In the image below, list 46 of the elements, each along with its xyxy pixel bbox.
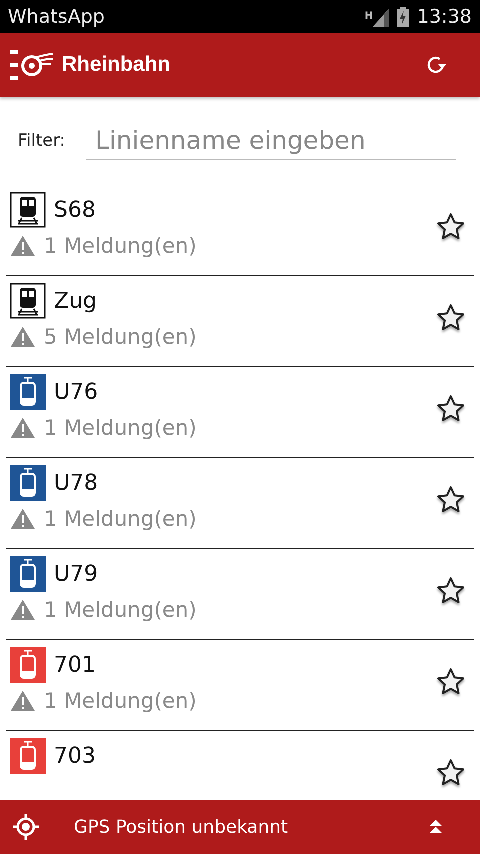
warning-icon: [10, 235, 36, 257]
message-count: 1 Meldung(en): [44, 689, 197, 713]
star-icon: [436, 212, 466, 242]
star-icon: [436, 758, 466, 788]
warning-icon: [10, 599, 36, 621]
line-name: U79: [54, 562, 98, 586]
logo-icon: [10, 50, 54, 80]
star-icon: [436, 485, 466, 515]
star-icon: [436, 667, 466, 697]
line-name: 703: [54, 744, 96, 768]
favorite-star-button[interactable]: [436, 576, 466, 606]
message-count: 1 Meldung(en): [44, 416, 197, 440]
train-icon: [10, 283, 46, 319]
warning-icon: [10, 508, 36, 530]
favorite-star-button[interactable]: [436, 212, 466, 242]
warning-icon: [10, 326, 36, 348]
double-chevron-up-icon: [428, 819, 444, 835]
signal-icon: [373, 6, 390, 26]
network-type: H: [364, 10, 374, 22]
favorite-star-button[interactable]: [436, 758, 466, 788]
line-name: 701: [54, 652, 96, 678]
warning-icon: [10, 690, 36, 712]
app-title: Rheinbahn: [62, 53, 170, 77]
favorite-star-button[interactable]: [436, 303, 466, 333]
message-count: 1 Meldung(en): [44, 507, 197, 531]
line-name: U78: [54, 470, 98, 496]
clock: 13:38: [417, 6, 472, 28]
gps-status: GPS Position unbekannt: [74, 816, 288, 838]
message-count: 1 Meldung(en): [44, 598, 197, 622]
line-name: Zug: [54, 288, 97, 314]
filter-label: Filter:: [18, 131, 66, 151]
favorite-star-button[interactable]: [436, 394, 466, 424]
favorite-star-button[interactable]: [436, 485, 466, 515]
line-name: U76: [54, 380, 98, 404]
app-name: WhatsApp: [8, 6, 105, 28]
star-icon: [436, 303, 466, 333]
gps-icon: [12, 813, 40, 841]
battery-icon: [397, 6, 410, 26]
message-count: 1 Meldung(en): [44, 234, 197, 258]
star-icon: [436, 394, 466, 424]
warning-icon: [10, 417, 36, 439]
line-name: S68: [54, 198, 96, 222]
star-icon: [436, 576, 466, 606]
train-icon: [10, 192, 46, 228]
favorite-star-button[interactable]: [436, 667, 466, 697]
message-count: 5 Meldung(en): [44, 325, 197, 349]
